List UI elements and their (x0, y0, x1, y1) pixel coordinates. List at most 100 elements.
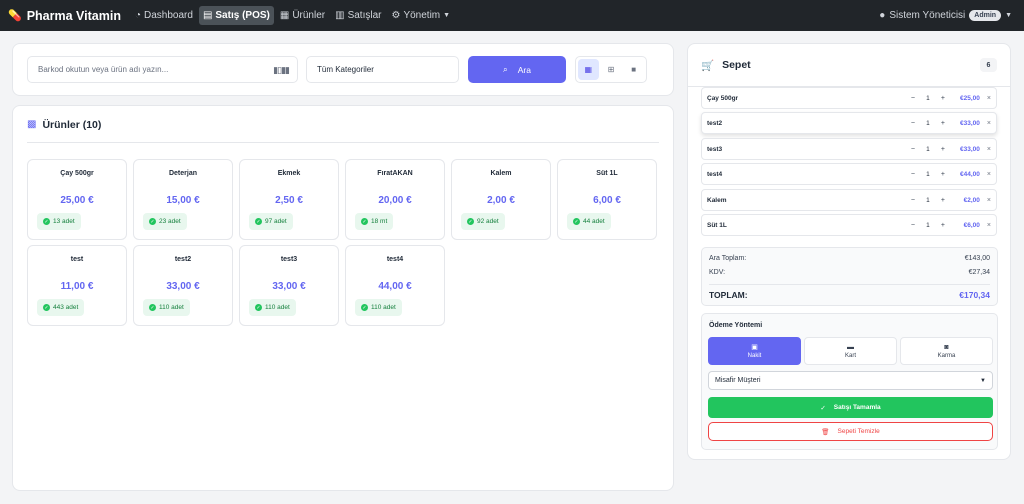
chevron-down-icon: ▼ (443, 12, 451, 19)
product-price: 25,00 € (60, 195, 94, 206)
payment-mixed-button[interactable]: ◙ Karma (900, 337, 993, 365)
check-circle-icon: ✓ (467, 218, 474, 225)
subtotal-label: Ara Toplam: (709, 255, 747, 262)
remove-icon[interactable]: × (987, 222, 991, 229)
complete-sale-button[interactable]: ✓ Satışı Tamamla (708, 397, 993, 418)
nav-management[interactable]: ⚙ Yönetim ▼ (387, 6, 454, 25)
user-menu[interactable]: ● Sistem Yöneticisi Admin ▼ (879, 10, 1016, 21)
cart-item-name: Kalem (707, 196, 727, 204)
cart-item: Kalem − 1 + €2,00 × (701, 189, 997, 211)
increase-quantity-button[interactable]: + (938, 195, 948, 205)
quantity-stepper: − 1 + (908, 220, 948, 231)
decrease-quantity-button[interactable]: − (908, 195, 918, 205)
product-card[interactable]: Çay 500gr 25,00 € ✓ 13 adet (27, 159, 127, 240)
product-name: test3 (280, 256, 298, 263)
role-badge: Admin (969, 10, 1002, 21)
nav-products-label: Ürünler (292, 10, 326, 21)
nav-pos[interactable]: ▤ Satış (POS) (198, 6, 274, 25)
quantity-input[interactable]: 1 (918, 118, 938, 129)
payment-card-button[interactable]: ▬ Kart (804, 337, 897, 365)
decrease-quantity-button[interactable]: − (908, 93, 918, 103)
customer-select[interactable]: Misafir Müşteri ▼ (708, 371, 993, 390)
decrease-quantity-button[interactable]: − (908, 144, 918, 154)
product-name: Çay 500gr (60, 170, 94, 177)
category-select[interactable]: Tüm Kategoriler (306, 56, 459, 83)
search-button[interactable]: ⌕ Ara (468, 56, 566, 83)
stock-badge: ✓ 443 adet (37, 299, 85, 316)
cart-item: Çay 500gr − 1 + €25,00 × (701, 87, 997, 109)
nav-sales[interactable]: ▥ Satışlar (331, 6, 385, 25)
user-name: Sistem Yöneticisi (889, 10, 966, 21)
cart-card: 🛒 Sepet 6 Çay 500gr − 1 + €25,00 × test2… (687, 43, 1011, 460)
remove-icon[interactable]: × (987, 146, 991, 153)
barcode-icon: ▮▯▮▮ (273, 65, 290, 75)
product-price: 2,50 € (275, 195, 303, 206)
cart-item-price: €25,00 (960, 94, 980, 102)
stock-badge: ✓ 110 adet (249, 299, 296, 316)
check-circle-icon: ✓ (43, 218, 50, 225)
payment-cash-button[interactable]: ▣ Nakit (708, 337, 801, 365)
gear-icon: ⚙ (391, 10, 401, 21)
product-card[interactable]: test4 44,00 € ✓ 110 adet (345, 245, 445, 326)
cart-item-price: €44,00 (960, 170, 980, 178)
quantity-input[interactable]: 1 (918, 93, 938, 104)
remove-icon[interactable]: × (987, 197, 991, 204)
payment-panel: Ödeme Yöntemi ▣ Nakit ▬ Kart ◙ Karma Mis… (701, 313, 998, 450)
cart-item: test4 − 1 + €44,00 × (701, 163, 997, 185)
brand[interactable]: 💊 Pharma Vitamin (8, 9, 121, 23)
product-name: FıratAKAN (377, 170, 413, 177)
increase-quantity-button[interactable]: + (938, 220, 948, 230)
product-card[interactable]: test 11,00 € ✓ 443 adet (27, 245, 127, 326)
product-card[interactable]: Ekmek 2,50 € ✓ 97 adet (239, 159, 339, 240)
increase-quantity-button[interactable]: + (938, 118, 948, 128)
increase-quantity-button[interactable]: + (938, 144, 948, 154)
decrease-quantity-button[interactable]: − (908, 169, 918, 179)
quantity-input[interactable]: 1 (918, 144, 938, 155)
nav-products[interactable]: ▦ Ürünler (276, 6, 329, 25)
product-card[interactable]: test2 33,00 € ✓ 110 adet (133, 245, 233, 326)
totals-panel: Ara Toplam: €143,00 KDV: €27,34 TOPLAM: … (701, 247, 998, 306)
quantity-stepper: − 1 + (908, 118, 948, 129)
product-card[interactable]: FıratAKAN 20,00 € ✓ 18 mt (345, 159, 445, 240)
quantity-input[interactable]: 1 (918, 169, 938, 180)
increase-quantity-button[interactable]: + (938, 169, 948, 179)
stock-value: 110 adet (159, 304, 184, 311)
chevron-down-icon: ▼ (1005, 12, 1012, 19)
view-small-grid-button[interactable]: ⊞ (601, 59, 622, 80)
product-card[interactable]: Süt 1L 6,00 € ✓ 44 adet (557, 159, 657, 240)
increase-quantity-button[interactable]: + (938, 93, 948, 103)
nav-dashboard-label: Dashboard (144, 10, 193, 21)
barcode-search-input[interactable]: Barkod okutun veya ürün adı yazın... ▮▯▮… (27, 56, 298, 83)
total-label: TOPLAM: (709, 290, 748, 300)
remove-icon[interactable]: × (987, 120, 991, 127)
product-price: 33,00 € (272, 281, 306, 292)
product-card[interactable]: Deterjan 15,00 € ✓ 23 adet (133, 159, 233, 240)
cart-item: test3 − 1 + €33,00 × (701, 138, 997, 160)
quantity-input[interactable]: 1 (918, 195, 938, 206)
cart-item-name: test2 (707, 119, 723, 127)
product-price: 44,00 € (378, 281, 412, 292)
remove-icon[interactable]: × (987, 171, 991, 178)
product-price: 2,00 € (487, 195, 515, 206)
remove-icon[interactable]: × (987, 95, 991, 102)
stock-value: 97 adet (265, 218, 287, 225)
check-circle-icon: ✓ (361, 218, 368, 225)
product-card[interactable]: test3 33,00 € ✓ 110 adet (239, 245, 339, 326)
product-price: 15,00 € (166, 195, 200, 206)
stock-value: 13 adet (53, 218, 75, 225)
boxes-icon: ▦ (279, 10, 290, 21)
receipt-icon: ▥ (335, 10, 345, 21)
category-value: Tüm Kategoriler (317, 65, 374, 74)
quantity-input[interactable]: 1 (918, 220, 938, 231)
product-card[interactable]: Kalem 2,00 € ✓ 92 adet (451, 159, 551, 240)
nav-dashboard[interactable]: ◔ Dashboard (131, 6, 197, 25)
cart-item: Süt 1L − 1 + €6,00 × (701, 214, 997, 236)
stock-badge: ✓ 13 adet (37, 213, 81, 230)
product-price: 11,00 € (60, 281, 94, 292)
decrease-quantity-button[interactable]: − (908, 118, 918, 128)
nav-management-label: Yönetim (403, 10, 441, 21)
view-large-grid-button[interactable]: ▦ (578, 59, 599, 80)
decrease-quantity-button[interactable]: − (908, 220, 918, 230)
view-list-button[interactable]: ■ (623, 59, 644, 80)
clear-cart-button[interactable]: 🗑 Sepeti Temizle (708, 422, 993, 441)
